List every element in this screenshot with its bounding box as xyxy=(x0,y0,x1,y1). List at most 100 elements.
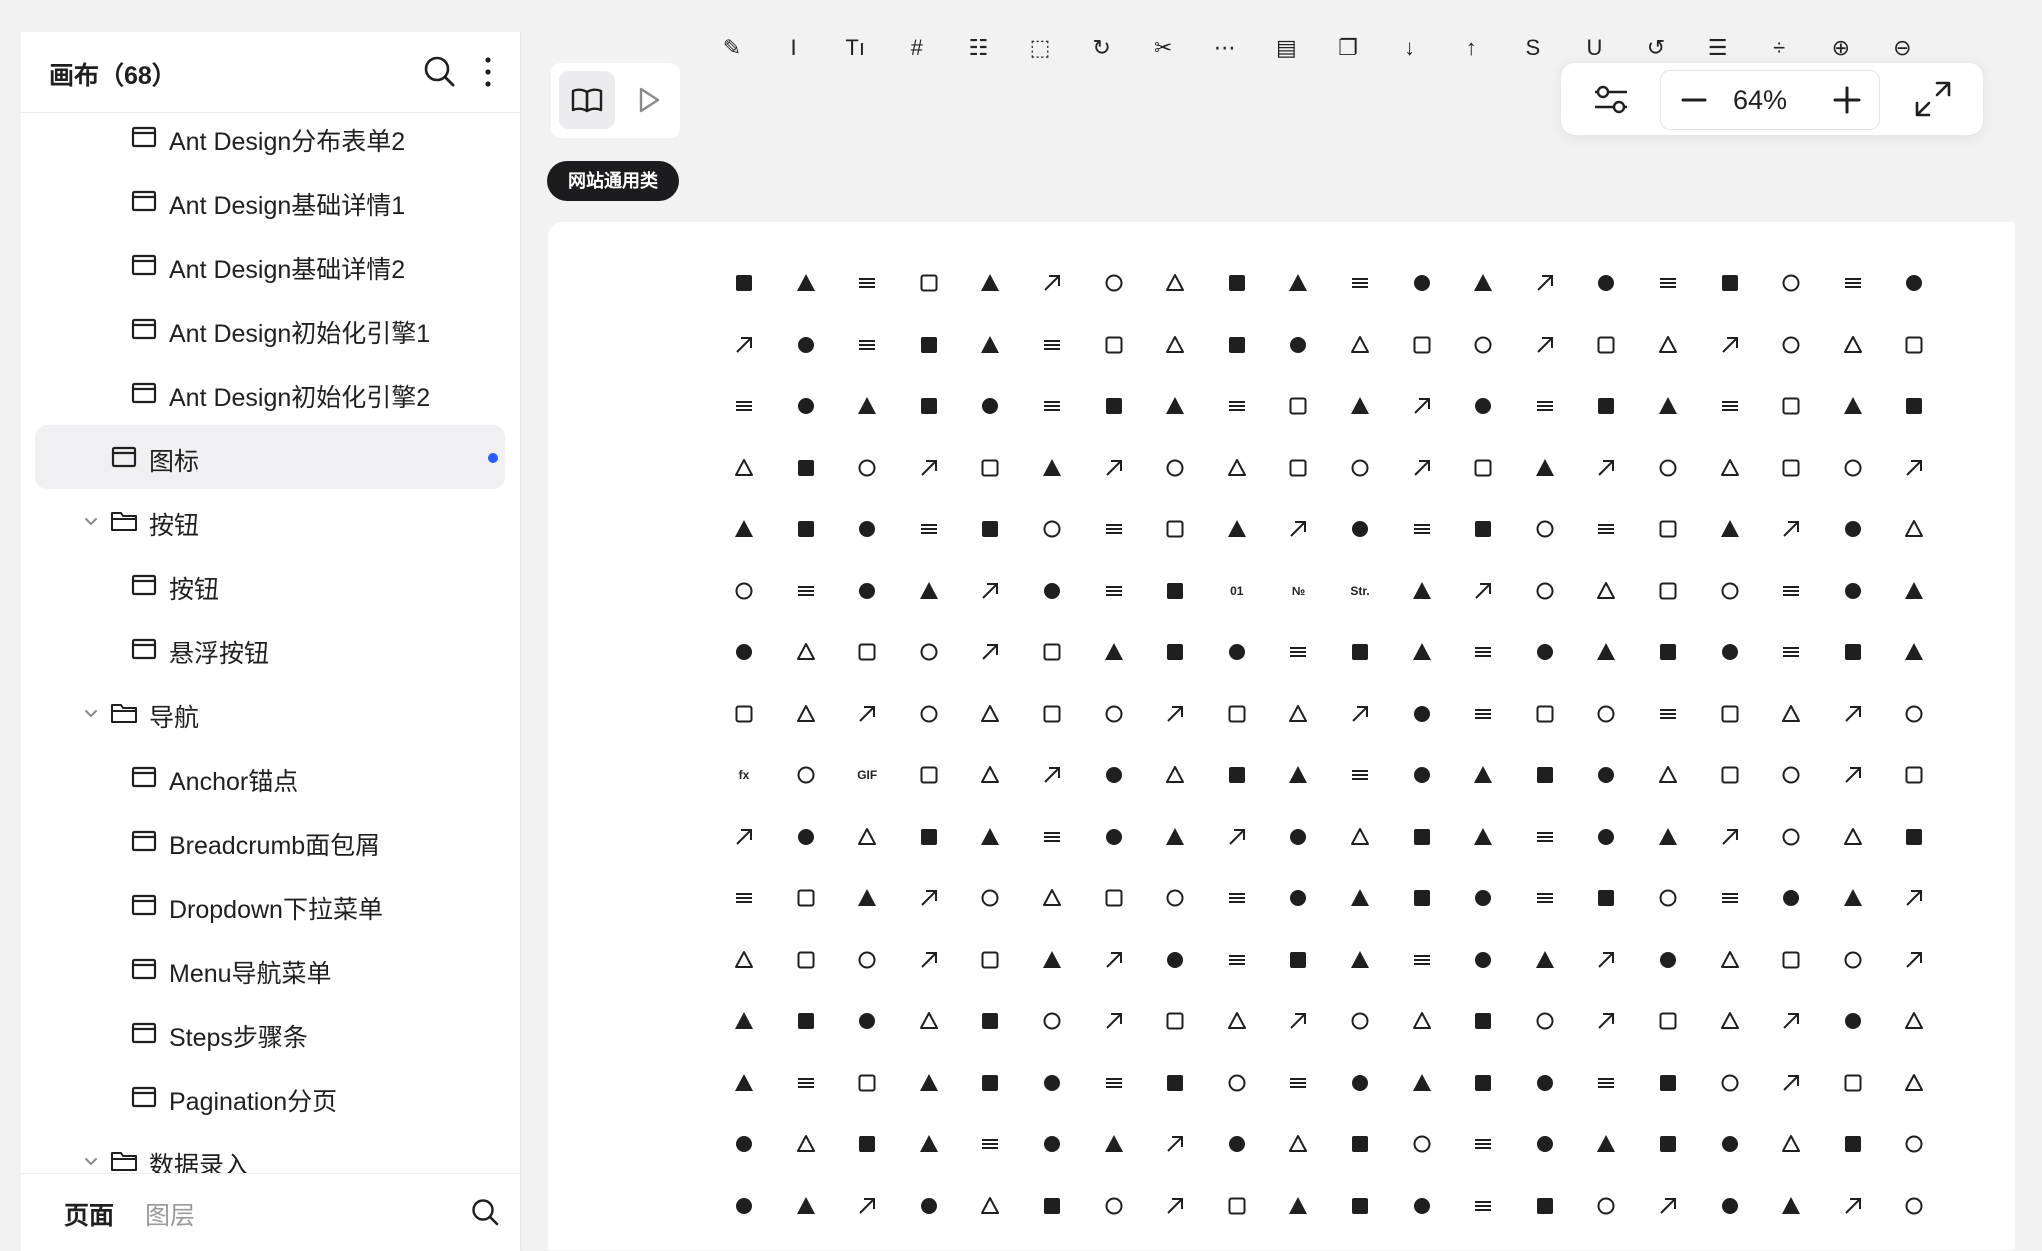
picture-outlined-icon[interactable] xyxy=(1840,762,1866,788)
gif-icon[interactable]: GIF xyxy=(854,762,880,788)
highlight-icon[interactable]: ✎ xyxy=(718,34,746,62)
tablet-outlined-icon[interactable] xyxy=(1532,1131,1558,1157)
star-outlined-icon[interactable] xyxy=(1039,1131,1065,1157)
thunderbolt-outlined-icon[interactable] xyxy=(731,1193,757,1219)
file-add-outlined-icon[interactable] xyxy=(1532,578,1558,604)
audio-icon[interactable] xyxy=(1593,270,1619,296)
trophy-icon[interactable] xyxy=(1101,1193,1127,1219)
tags-icon[interactable] xyxy=(1717,1131,1743,1157)
audio-muted-icon[interactable] xyxy=(1717,270,1743,296)
audio-outlined-icon[interactable] xyxy=(1655,270,1681,296)
ci-icon[interactable] xyxy=(1285,393,1311,419)
file-exclamation-icon[interactable] xyxy=(1717,578,1743,604)
cluster-icon[interactable] xyxy=(1778,393,1804,419)
unlock-filled-icon[interactable] xyxy=(1409,1193,1435,1219)
alert-outlined-icon[interactable] xyxy=(1101,270,1127,296)
pushpin-filled-icon[interactable] xyxy=(1593,947,1619,973)
lock-icon[interactable] xyxy=(1840,824,1866,850)
rotate-left-icon[interactable] xyxy=(1409,1008,1435,1034)
appstore-outlined-icon[interactable] xyxy=(1409,270,1435,296)
code-icon[interactable] xyxy=(1840,393,1866,419)
file-add-icon[interactable] xyxy=(1470,578,1496,604)
bell-icon[interactable] xyxy=(916,332,942,358)
search-icon[interactable] xyxy=(420,52,460,92)
read-outlined-icon[interactable] xyxy=(1778,947,1804,973)
file-ppt-outlined-icon[interactable] xyxy=(1162,639,1188,665)
eye-invisible-filled-icon[interactable] xyxy=(1162,578,1188,604)
italic-icon[interactable]: I xyxy=(780,34,808,62)
branches-icon[interactable] xyxy=(1285,332,1311,358)
security-scan-icon[interactable] xyxy=(1901,1008,1927,1034)
database-icon[interactable] xyxy=(854,516,880,542)
camera-icon[interactable] xyxy=(854,393,880,419)
deployment-icon[interactable] xyxy=(1224,516,1250,542)
insurance-icon[interactable] xyxy=(1039,824,1065,850)
select-cursor-icon[interactable] xyxy=(793,1070,819,1096)
meh-icon[interactable] xyxy=(1039,885,1065,911)
database-outlined-icon[interactable] xyxy=(916,516,942,542)
format-painter-icon[interactable] xyxy=(1717,701,1743,727)
eye-invisible-icon[interactable] xyxy=(977,578,1003,604)
calendar-outlined-icon[interactable] xyxy=(1901,332,1927,358)
layout-form-icon[interactable] xyxy=(1224,824,1250,850)
insert-row-icon[interactable] xyxy=(854,824,880,850)
field-string-icon[interactable]: Str. xyxy=(1347,578,1373,604)
cloud-sync-icon[interactable] xyxy=(1593,393,1619,419)
download-icon[interactable] xyxy=(1655,516,1681,542)
shop-outlined-icon[interactable] xyxy=(1347,1070,1373,1096)
dashboard-outlined-icon[interactable] xyxy=(793,516,819,542)
barcode-icon[interactable] xyxy=(731,332,757,358)
setting-icon[interactable] xyxy=(916,1070,942,1096)
bug-icon[interactable] xyxy=(1347,332,1373,358)
play-square-icon[interactable] xyxy=(854,947,880,973)
bulb-outlined-icon[interactable] xyxy=(1655,332,1681,358)
user-2-icon[interactable] xyxy=(1162,516,1188,542)
dislike-icon[interactable] xyxy=(1285,1193,1311,1219)
scan-icon[interactable] xyxy=(1778,1008,1804,1034)
zoom-in-icon[interactable]: ⊕ xyxy=(1827,34,1855,62)
border-rect-icon[interactable] xyxy=(793,885,819,911)
smile-icon[interactable] xyxy=(1840,1070,1866,1096)
cloud-download-icon[interactable] xyxy=(1409,393,1435,419)
usb-outlined-icon[interactable] xyxy=(1655,1193,1681,1219)
carry-out-icon[interactable] xyxy=(1101,393,1127,419)
paper-clip-icon[interactable] xyxy=(1532,270,1558,296)
sound-icon[interactable] xyxy=(854,1131,880,1157)
cloud-icon[interactable] xyxy=(1470,393,1496,419)
file-excel-outlined-icon[interactable] xyxy=(1655,578,1681,604)
sound-outlined-icon[interactable] xyxy=(916,1131,942,1157)
folder-open-outlined-icon[interactable] xyxy=(1470,701,1496,727)
shopping-icon[interactable] xyxy=(1409,1070,1435,1096)
compress-icon[interactable] xyxy=(977,455,1003,481)
tree-page[interactable]: Ant Design基础详情2 xyxy=(35,233,505,297)
number-icon[interactable]: # xyxy=(903,34,931,62)
tree-page[interactable]: Steps步骤条 xyxy=(35,1001,505,1065)
undo-icon[interactable]: ↺ xyxy=(1642,34,1670,62)
interaction-icon[interactable] xyxy=(731,824,757,850)
hdd-outlined-icon[interactable] xyxy=(1101,1070,1127,1096)
user-outlined-icon[interactable] xyxy=(1717,1193,1743,1219)
number-2-icon[interactable] xyxy=(1409,1131,1435,1157)
credit-card-icon[interactable] xyxy=(1593,455,1619,481)
deployment-unit-icon[interactable] xyxy=(977,516,1003,542)
apartment-icon[interactable] xyxy=(1162,270,1188,296)
video-camera-outlined-icon[interactable] xyxy=(1901,1193,1927,1219)
comment-icon[interactable] xyxy=(793,455,819,481)
control-icon[interactable] xyxy=(1347,455,1373,481)
section-tag[interactable]: 网站通用类 xyxy=(547,161,679,201)
file-outlined-icon[interactable] xyxy=(1840,578,1866,604)
chevron-down-icon[interactable] xyxy=(81,703,101,723)
key-icon[interactable] xyxy=(1162,1131,1188,1157)
tree-page[interactable]: Menu导航菜单 xyxy=(35,937,505,1001)
robot-icon[interactable] xyxy=(1162,1008,1188,1034)
rotate-right-icon[interactable] xyxy=(1470,1008,1496,1034)
table-2-icon[interactable] xyxy=(1347,1131,1373,1157)
file-ppt-icon[interactable] xyxy=(1101,639,1127,665)
insert-column-outlined-icon[interactable] xyxy=(977,824,1003,850)
tree-page[interactable]: Ant Design基础详情1 xyxy=(35,169,505,233)
monitor-icon[interactable] xyxy=(1593,885,1619,911)
message-icon[interactable] xyxy=(1224,885,1250,911)
bulb-icon[interactable] xyxy=(1593,332,1619,358)
history-icon[interactable] xyxy=(916,1008,942,1034)
aim-user-icon[interactable] xyxy=(854,270,880,296)
